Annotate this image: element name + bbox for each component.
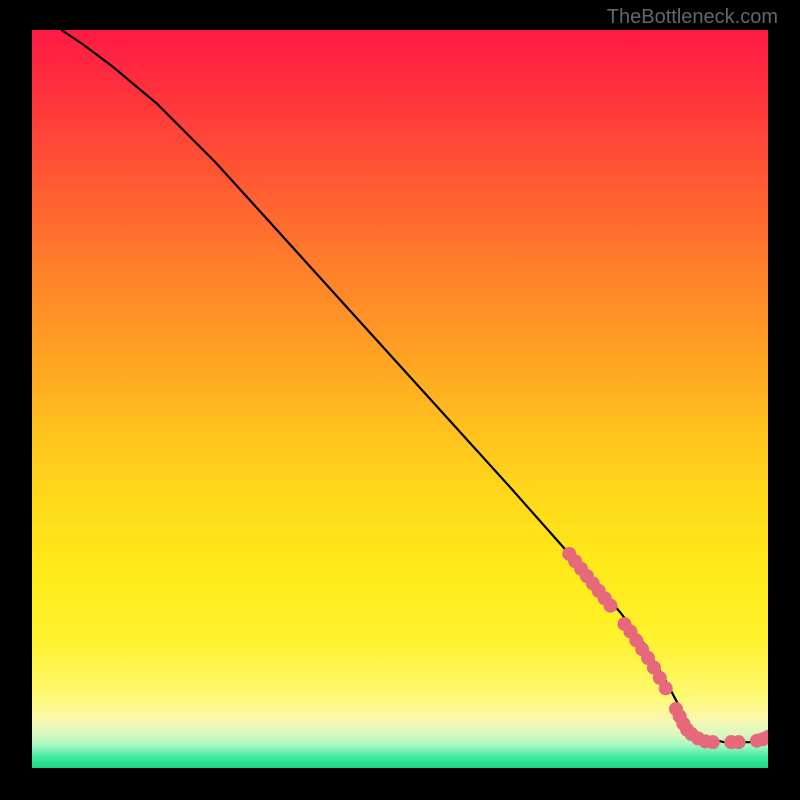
data-marker xyxy=(659,681,673,695)
data-marker xyxy=(604,599,618,613)
data-marker xyxy=(732,735,746,749)
marker-group xyxy=(562,547,768,749)
chart-container: TheBottleneck.com xyxy=(0,0,800,800)
plot-area xyxy=(32,30,768,768)
curve-line xyxy=(61,30,768,742)
chart-svg xyxy=(32,30,768,768)
watermark-text: TheBottleneck.com xyxy=(607,6,778,29)
data-marker xyxy=(706,735,720,749)
